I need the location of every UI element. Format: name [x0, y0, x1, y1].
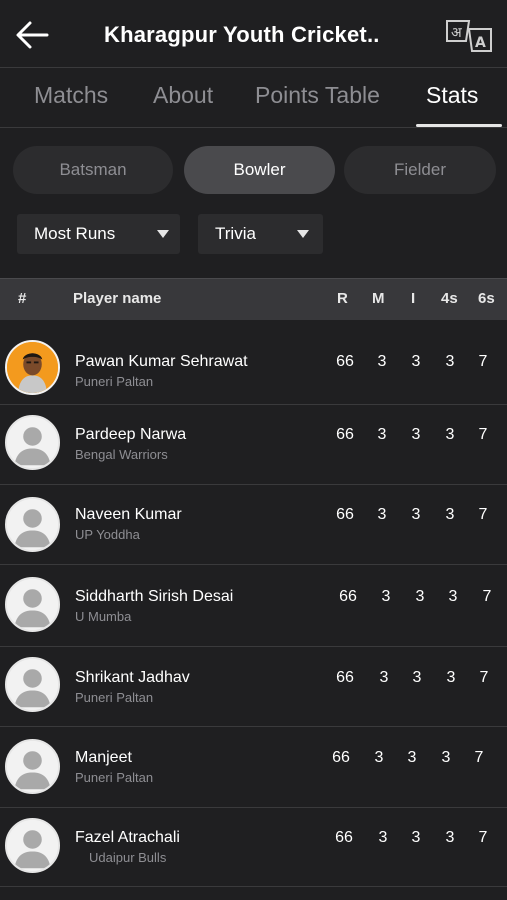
stat-fours: 3	[446, 669, 456, 686]
col-6s: 6s	[478, 290, 495, 307]
player-team: Puneri Paltan	[75, 770, 154, 785]
category-dropdown-label: Trivia	[215, 224, 256, 243]
default-avatar-icon	[5, 818, 60, 873]
stat-fours: 3	[445, 353, 455, 370]
stat-fours: 3	[441, 749, 451, 766]
caret-down-icon	[297, 230, 309, 238]
stat-i: 3	[407, 749, 417, 766]
player-team: Udaipur Bulls	[89, 850, 167, 865]
stat-i: 3	[411, 426, 421, 443]
table-row[interactable]: Pawan Kumar Sehrawat Puneri Paltan 66 3 3 3 7	[0, 322, 507, 405]
stat-m: 3	[378, 829, 388, 846]
player-name: Shrikant Jadhav	[75, 669, 190, 686]
tab-matchs[interactable]: Matchs	[34, 82, 108, 109]
stat-r: 66	[336, 506, 354, 523]
arrow-left-icon[interactable]	[14, 20, 50, 50]
segment-batsman[interactable]: Batsman	[13, 146, 173, 194]
player-name: Fazel Atrachali	[75, 829, 180, 846]
default-avatar-icon	[5, 415, 60, 470]
col-4s: 4s	[441, 290, 458, 307]
player-name: Manjeet	[75, 749, 132, 766]
stat-m: 3	[379, 669, 389, 686]
tab-bar: Matchs About Points Table Stats	[0, 68, 507, 128]
table-row[interactable]: Pardeep Narwa Bengal Warriors 66 3 3 3 7	[0, 405, 507, 485]
sort-dropdown-label: Most Runs	[34, 224, 116, 243]
stat-sixes: 7	[482, 588, 492, 605]
stat-sixes: 7	[478, 426, 488, 443]
translate-glyph-latin: A	[475, 35, 486, 51]
stat-m: 3	[381, 588, 391, 605]
stat-r: 66	[336, 353, 354, 370]
translate-icon[interactable]: अ A	[444, 18, 494, 54]
col-i: I	[411, 290, 416, 307]
col-player-name: Player name	[73, 290, 162, 307]
page-title: Kharagpur Youth Cricket..	[104, 22, 380, 47]
player-name: Pawan Kumar Sehrawat	[75, 353, 248, 370]
player-photo	[5, 340, 60, 395]
tab-stats[interactable]: Stats	[426, 82, 478, 109]
player-name: Siddharth Sirish Desai	[75, 588, 234, 605]
stat-fours: 3	[448, 588, 458, 605]
translate-glyph-hindi: अ	[451, 25, 462, 41]
stat-i: 3	[411, 506, 421, 523]
default-avatar-icon	[5, 657, 60, 712]
col-rank: #	[18, 290, 27, 307]
col-m: M	[372, 290, 385, 307]
sort-dropdown[interactable]: Most Runs	[17, 214, 180, 254]
stat-sixes: 7	[478, 506, 488, 523]
tab-points-table[interactable]: Points Table	[255, 82, 380, 109]
default-avatar-icon	[5, 497, 60, 552]
stat-sixes: 7	[478, 829, 488, 846]
stat-i: 3	[415, 588, 425, 605]
stat-r: 66	[339, 588, 357, 605]
app-header: Kharagpur Youth Cricket.. अ A	[0, 0, 507, 68]
player-team: Puneri Paltan	[75, 374, 154, 389]
stat-i: 3	[411, 353, 421, 370]
stat-sixes: 7	[479, 669, 489, 686]
tab-about[interactable]: About	[153, 82, 213, 109]
stat-m: 3	[377, 506, 387, 523]
stat-r: 66	[332, 749, 350, 766]
segment-bowler[interactable]: Bowler	[184, 146, 335, 194]
stat-fours: 3	[445, 506, 455, 523]
stat-m: 3	[374, 749, 384, 766]
segment-fielder[interactable]: Fielder	[344, 146, 496, 194]
stat-r: 66	[336, 426, 354, 443]
stat-r: 66	[335, 829, 353, 846]
table-header: # Player name R M I 4s 6s	[0, 278, 507, 320]
table-row[interactable]: Fazel Atrachali Udaipur Bulls 66 3 3 3 7	[0, 808, 507, 887]
stat-i: 3	[411, 829, 421, 846]
player-name: Naveen Kumar	[75, 506, 182, 523]
stat-sixes: 7	[478, 353, 488, 370]
player-team: Bengal Warriors	[75, 447, 168, 462]
stat-r: 66	[336, 669, 354, 686]
stat-fours: 3	[445, 426, 455, 443]
table-row[interactable]: Shrikant Jadhav Puneri Paltan 66 3 3 3 7	[0, 647, 507, 727]
player-team: Puneri Paltan	[75, 690, 154, 705]
table-row[interactable]: Naveen Kumar UP Yoddha 66 3 3 3 7	[0, 485, 507, 565]
category-dropdown[interactable]: Trivia	[198, 214, 323, 254]
col-r: R	[337, 290, 348, 307]
stat-i: 3	[412, 669, 422, 686]
stat-sixes: 7	[474, 749, 484, 766]
player-team: U Mumba	[75, 609, 132, 624]
player-name: Pardeep Narwa	[75, 426, 187, 443]
table-row[interactable]: Siddharth Sirish Desai U Mumba 66 3 3 3 7	[0, 565, 507, 647]
stat-m: 3	[377, 353, 387, 370]
caret-down-icon	[157, 230, 169, 238]
stat-fours: 3	[445, 829, 455, 846]
table-row[interactable]: Manjeet Puneri Paltan 66 3 3 3 7	[0, 727, 507, 808]
active-tab-indicator	[416, 124, 502, 127]
player-team: UP Yoddha	[75, 527, 140, 542]
default-avatar-icon	[5, 577, 60, 632]
stat-m: 3	[377, 426, 387, 443]
default-avatar-icon	[5, 739, 60, 794]
